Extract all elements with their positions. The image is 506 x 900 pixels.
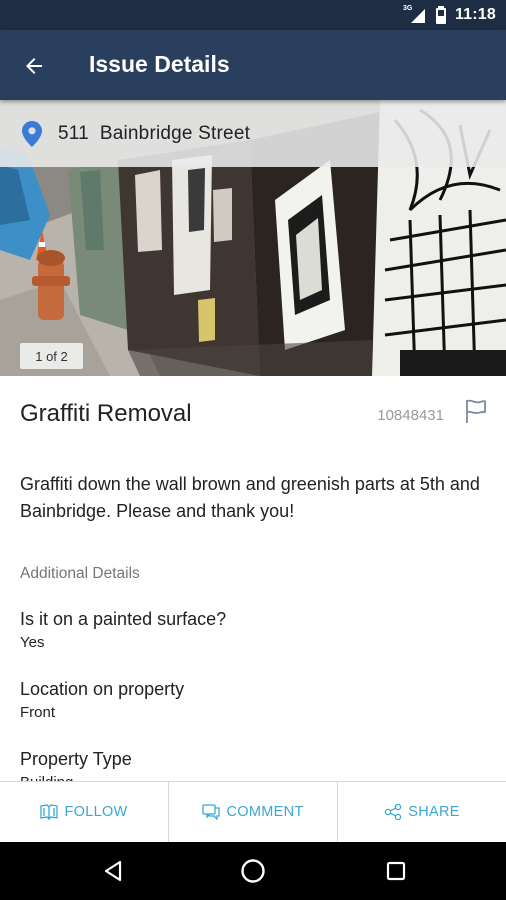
detail-answer: Front [20, 704, 56, 721]
system-nav-bar [0, 842, 506, 900]
detail-item: Location on property Front [20, 678, 184, 723]
detail-question: Is it on a painted surface? [20, 609, 227, 629]
signal-icon: 3G [402, 5, 427, 24]
detail-question: Property Type [20, 749, 132, 769]
home-circle-icon [241, 859, 265, 883]
status-time: 11:18 [454, 6, 496, 23]
additional-details-label: Additional Details [20, 565, 140, 582]
issue-id: 10848431 [377, 407, 444, 424]
follow-button[interactable]: FOLLOW [0, 782, 168, 842]
issue-description: Graffiti down the wall brown and greenis… [20, 474, 480, 521]
status-bar: 3G 11:18 [0, 0, 506, 30]
comment-button[interactable]: COMMENT [168, 782, 337, 842]
app-bar: Issue Details [0, 30, 506, 100]
detail-item: Property Type Building [20, 748, 132, 781]
comment-label: COMMENT [226, 804, 304, 820]
share-icon [385, 804, 402, 820]
back-triangle-icon [104, 860, 122, 882]
comment-icon [202, 804, 221, 820]
issue-title: Graffiti Removal [20, 400, 192, 427]
recents-square-icon [386, 861, 406, 881]
flag-button[interactable] [462, 397, 490, 425]
battery-icon [435, 6, 447, 24]
photo-counter: 1 of 2 [20, 343, 83, 369]
back-button[interactable] [18, 50, 50, 82]
book-icon [40, 804, 59, 820]
action-bar: FOLLOW COMMENT SHARE [0, 781, 506, 842]
network-label: 3G [402, 5, 413, 12]
page-title: Issue Details [89, 51, 230, 77]
details-list: Is it on a painted surface? Yes Location… [0, 600, 506, 781]
share-label: SHARE [408, 804, 460, 820]
issue-photo[interactable]: 511 Bainbridge Street 1 of 2 [0, 100, 506, 376]
address-bar[interactable]: 511 Bainbridge Street [0, 100, 506, 167]
flag-icon [466, 399, 486, 423]
address-text: 511 Bainbridge Street [58, 123, 251, 144]
detail-item: Is it on a painted surface? Yes [20, 608, 226, 653]
detail-answer: Building [20, 773, 132, 781]
nav-back-button[interactable] [98, 856, 128, 886]
share-button[interactable]: SHARE [337, 782, 506, 842]
map-pin-icon [22, 121, 42, 147]
detail-question: Location on property [20, 679, 185, 699]
nav-home-button[interactable] [238, 856, 268, 886]
detail-answer: Yes [20, 634, 45, 651]
nav-recents-button[interactable] [381, 856, 411, 886]
arrow-left-icon [26, 58, 42, 74]
follow-label: FOLLOW [64, 804, 128, 820]
